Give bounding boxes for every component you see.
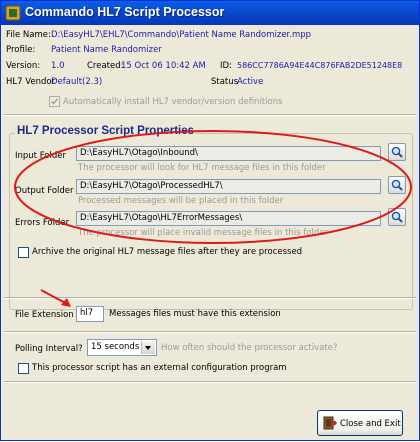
file-name-label: File Name: <box>6 30 51 40</box>
app-icon <box>5 5 21 21</box>
checkmark-icon <box>50 98 59 105</box>
id-value: 586CC7786A94E44C876FAB2DE51248E8 <box>237 61 403 70</box>
close-exit-icon <box>323 416 337 430</box>
output-folder-hint: Processed messages will be placed in thi… <box>78 196 284 206</box>
status-value: Active <box>237 77 264 87</box>
profile-value: Patient Name Randomizer <box>51 45 162 55</box>
input-folder-label: Input Folder <box>15 151 66 161</box>
errors-folder-browse-button[interactable] <box>388 208 406 226</box>
close-exit-label: Close and Exit <box>340 419 401 429</box>
output-folder-field[interactable]: D:\EasyHL7\Otago\ProcessedHL7\ <box>76 179 381 194</box>
input-folder-field[interactable]: D:\EasyHL7\Otago\Inbound\ <box>76 146 381 161</box>
polling-interval-hint: How often should the processor activate? <box>161 343 338 353</box>
divider <box>4 114 416 116</box>
output-folder-label: Output Folder <box>15 186 74 196</box>
file-name-value: D:\EasyHL7\EHL7\Commando\Patient Name Ra… <box>51 30 312 40</box>
id-label: ID: <box>220 61 232 71</box>
close-exit-button[interactable]: Close and Exit <box>317 410 403 436</box>
output-folder-browse-button[interactable] <box>388 176 406 194</box>
errors-folder-hint: The processor will place invalid message… <box>78 228 329 238</box>
search-icon <box>391 211 403 223</box>
archive-label: Archive the original HL7 message files a… <box>32 247 303 257</box>
search-icon <box>391 179 403 191</box>
version-value: 1.0 <box>51 61 65 71</box>
status-label: Status <box>211 77 239 87</box>
divider <box>4 331 416 333</box>
file-extension-hint: Messages files must have this extension <box>109 309 281 319</box>
auto-install-checkbox[interactable] <box>49 96 60 107</box>
search-icon <box>391 146 403 158</box>
created-value: 15 Oct 06 10:42 AM <box>121 61 206 71</box>
input-folder-hint: The processor will look for HL7 message … <box>78 163 326 173</box>
profile-label: Profile: <box>6 45 36 55</box>
title-bar[interactable]: Commando HL7 Script Processor <box>1 1 419 25</box>
external-config-label: This processor script has an external co… <box>32 363 287 373</box>
vendor-value: Default(2.3) <box>51 77 103 87</box>
created-label: Created: <box>87 61 124 71</box>
vendor-label: HL7 Vendor <box>6 77 56 87</box>
input-folder-browse-button[interactable] <box>388 143 406 161</box>
chevron-down-icon[interactable] <box>141 341 155 354</box>
errors-folder-label: Errors Folder <box>15 218 70 228</box>
polling-interval-label: Polling Interval? <box>15 344 83 354</box>
version-label: Version: <box>6 61 41 71</box>
file-extension-label: File Extension <box>15 310 74 320</box>
file-extension-input[interactable]: hl7 <box>76 306 104 322</box>
polling-interval-select[interactable]: 15 seconds <box>87 339 157 356</box>
divider <box>4 381 416 383</box>
properties-title: HL7 Processor Script Properties <box>15 125 197 137</box>
main-window: Commando HL7 Script Processor File Name:… <box>0 0 420 441</box>
divider <box>4 297 416 299</box>
errors-folder-field[interactable]: D:\EasyHL7\Otago\HL7ErrorMessages\ <box>76 211 381 226</box>
polling-interval-value: 15 seconds <box>91 342 140 352</box>
archive-checkbox[interactable] <box>18 247 29 258</box>
external-config-checkbox[interactable] <box>18 363 29 374</box>
window-title: Commando HL7 Script Processor <box>25 5 225 19</box>
auto-install-label: Automatically install HL7 vendor/version… <box>63 97 283 107</box>
